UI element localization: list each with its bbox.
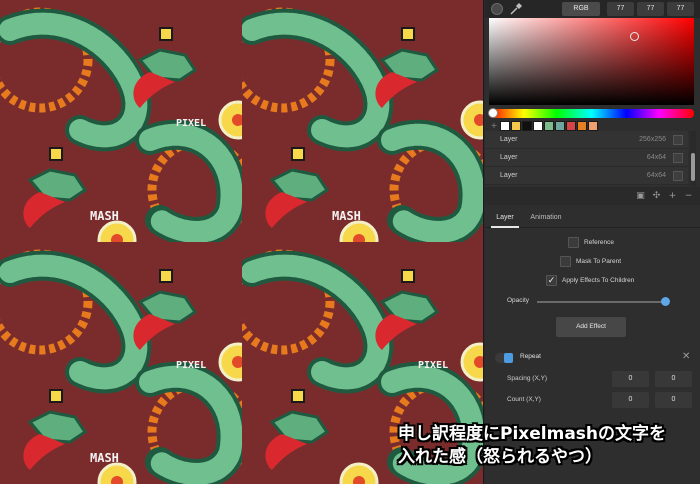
current-color-swatch[interactable] — [491, 3, 503, 15]
color-palette: + — [489, 121, 598, 131]
layer-row[interactable]: Layer 64x64 — [485, 167, 688, 185]
count-x-input[interactable]: 0 — [612, 392, 649, 408]
layer-list-scrollbar[interactable] — [690, 131, 696, 186]
layer-visibility-icon[interactable] — [673, 153, 683, 163]
layer-size: 64x64 — [646, 154, 666, 161]
red-value-input[interactable]: 77 — [607, 2, 634, 16]
layer-list: Layer 256x256 Layer 64x64 Layer 64x64 — [485, 131, 688, 186]
layer-toolbar: ▣ ✣ + − — [485, 187, 700, 205]
remove-layer-icon[interactable]: − — [683, 191, 694, 202]
palette-swatch[interactable] — [577, 121, 587, 131]
layer-name: Layer — [500, 154, 518, 161]
add-effect-button[interactable]: Add Effect — [556, 317, 626, 337]
caption-overlay: 申し訳程度にPixelmashの文字を 入れた感（怒られるやつ） — [398, 423, 698, 469]
palette-swatch[interactable] — [588, 121, 598, 131]
pixel-text-2: PIXEL — [418, 360, 448, 371]
mash-text-3: MASH — [332, 209, 361, 223]
palette-swatch[interactable] — [511, 121, 521, 131]
color-mode-button[interactable]: RGB — [562, 2, 600, 16]
layer-size: 64x64 — [646, 172, 666, 179]
property-tabs: Layer Animation — [485, 208, 700, 228]
opacity-label: Opacity — [507, 297, 530, 304]
count-row: Count (X,Y) 0 0 — [485, 392, 700, 408]
add-swatch-icon[interactable]: + — [489, 121, 499, 131]
mask-to-parent-label: Mask To Parent — [576, 258, 622, 265]
reference-checkbox[interactable] — [568, 237, 579, 248]
count-y-input[interactable]: 0 — [655, 392, 692, 408]
repeat-pattern — [0, 0, 483, 484]
close-icon[interactable]: ✕ — [682, 351, 690, 362]
effect-title: Repeat — [520, 353, 541, 360]
layer-visibility-icon[interactable] — [673, 135, 683, 145]
hue-slider[interactable] — [489, 109, 694, 118]
blue-value-input[interactable]: 77 — [667, 2, 694, 16]
caption-line-1: 申し訳程度にPixelmashの文字を — [398, 424, 667, 444]
spacing-y-input[interactable]: 0 — [655, 371, 692, 387]
caption-line-2: 入れた感（怒られるやつ） — [398, 447, 602, 467]
pixel-text-3: PIXEL — [176, 360, 206, 371]
palette-swatch[interactable] — [500, 121, 510, 131]
layer-row[interactable]: Layer 256x256 — [485, 131, 688, 149]
green-value-input[interactable]: 77 — [637, 2, 664, 16]
palette-swatch[interactable] — [533, 121, 543, 131]
palette-swatch[interactable] — [566, 121, 576, 131]
apply-effects-label: Apply Effects To Children — [562, 277, 635, 284]
mask-to-parent-checkbox[interactable] — [560, 256, 571, 267]
layer-visibility-icon[interactable] — [673, 171, 683, 181]
spacing-x-input[interactable]: 0 — [612, 371, 649, 387]
color-picker-header: RGB 77 77 77 — [485, 0, 700, 18]
tab-animation[interactable]: Animation — [527, 208, 565, 228]
saturation-value-picker[interactable] — [489, 18, 694, 105]
palette-swatch[interactable] — [522, 121, 532, 131]
eyedropper-icon[interactable] — [509, 2, 523, 16]
pixel-canvas[interactable]: PIXEL PIXEL PIXEL MASH MASH MASH — [0, 0, 484, 484]
effect-toggle-indicator[interactable] — [504, 353, 513, 363]
reference-label: Reference — [584, 239, 614, 246]
mash-text-1: MASH — [90, 209, 119, 223]
spacing-label: Spacing (X,Y) — [507, 375, 548, 382]
repeat-effect-header: Repeat ✕ — [485, 349, 700, 367]
hue-slider-knob[interactable] — [488, 108, 498, 118]
layer-name: Layer — [500, 172, 518, 179]
sv-cursor[interactable] — [630, 32, 639, 41]
spacing-row: Spacing (X,Y) 0 0 — [485, 371, 700, 387]
palette-swatch[interactable] — [555, 121, 565, 131]
duplicate-layer-icon[interactable]: ▣ — [635, 191, 646, 202]
scrollbar-thumb[interactable] — [691, 153, 695, 181]
palette-swatch[interactable] — [544, 121, 554, 131]
inspector-panel: RGB 77 77 77 + Layer 256x256 Layer 64x64… — [485, 0, 700, 484]
layer-size: 256x256 — [639, 136, 666, 143]
apply-effects-checkbox[interactable]: ✓ — [546, 275, 557, 286]
layer-row[interactable]: Layer 64x64 — [485, 149, 688, 167]
opacity-slider[interactable] — [537, 301, 665, 303]
tab-layer[interactable]: Layer — [491, 208, 519, 228]
mash-text-2: MASH — [90, 451, 119, 465]
canvas-artwork: PIXEL PIXEL PIXEL MASH MASH MASH — [0, 0, 483, 484]
group-layer-icon[interactable]: ✣ — [651, 191, 662, 202]
pixel-text-1: PIXEL — [176, 118, 206, 129]
layer-name: Layer — [500, 136, 518, 143]
opacity-slider-knob[interactable] — [661, 297, 670, 306]
count-label: Count (X,Y) — [507, 396, 541, 403]
add-layer-icon[interactable]: + — [667, 191, 678, 202]
